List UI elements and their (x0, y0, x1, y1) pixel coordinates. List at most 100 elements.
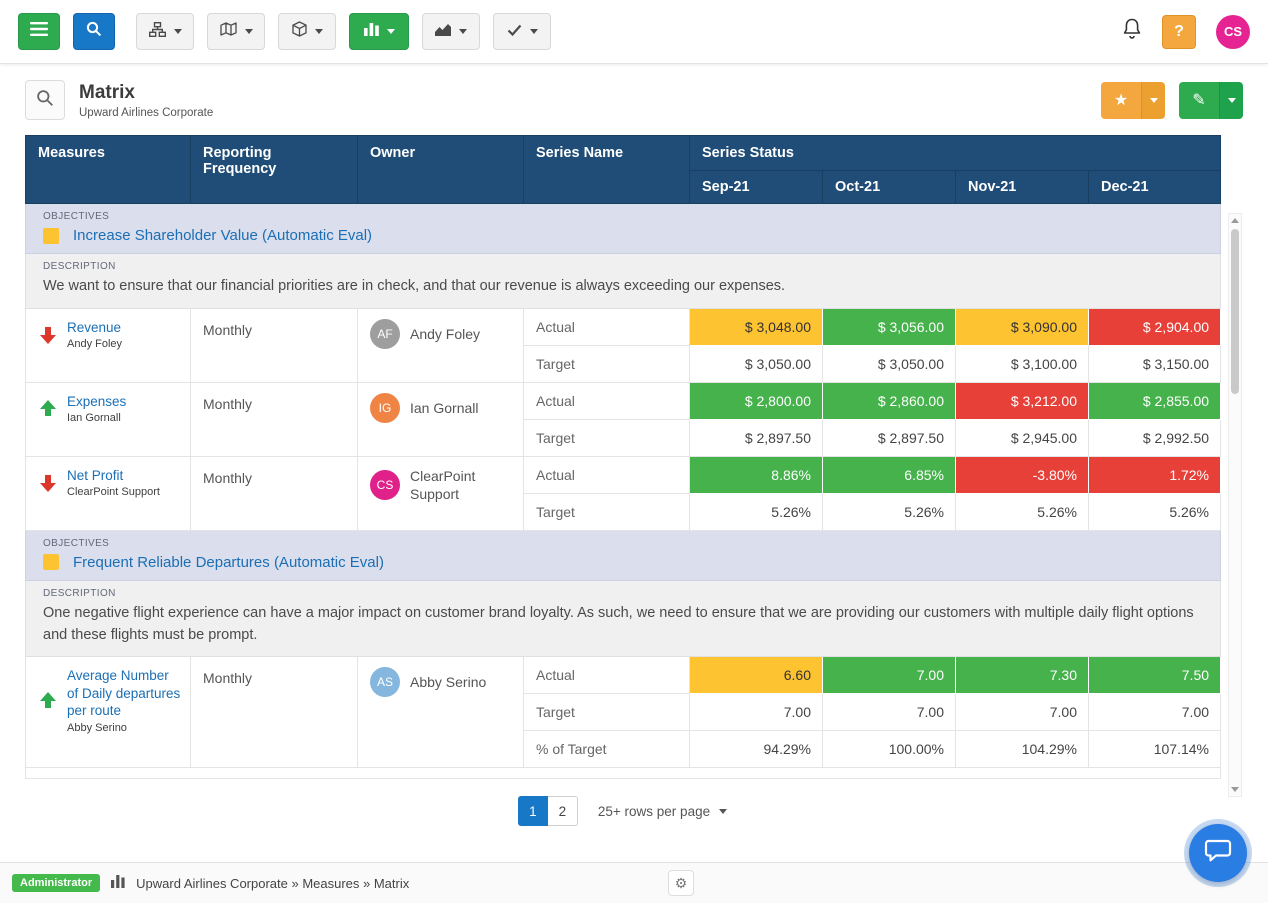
column-header-frequency: Reporting Frequency (191, 136, 358, 204)
report-search-button[interactable] (25, 80, 65, 120)
map-dropdown-button[interactable] (207, 13, 265, 50)
search-icon (36, 89, 54, 112)
menu-button[interactable] (18, 13, 60, 50)
series-name-cell: Target (524, 493, 690, 530)
vertical-scrollbar[interactable] (1228, 213, 1242, 797)
column-header-month: Oct-21 (823, 171, 956, 204)
value-cell: 5.26% (690, 493, 823, 530)
value-cell: $ 2,800.00 (690, 382, 823, 419)
checkmark-icon (507, 23, 522, 41)
frequency-cell: Monthly (191, 308, 358, 382)
value-cell: -3.80% (956, 456, 1089, 493)
chevron-down-icon (245, 29, 253, 34)
description-row: DESCRIPTION We want to ensure that our f… (26, 254, 1221, 309)
favorite-button[interactable]: ★ (1101, 82, 1141, 119)
series-name-cell: Actual (524, 456, 690, 493)
series-name-cell: Actual (524, 382, 690, 419)
measure-link[interactable]: Average Number of Daily departures per r… (67, 667, 182, 720)
page-button-2[interactable]: 2 (548, 796, 578, 826)
scroll-down-button[interactable] (1229, 783, 1241, 796)
value-cell: 1.72% (1089, 456, 1221, 493)
value-cell: 94.29% (690, 731, 823, 768)
chevron-down-icon (315, 29, 323, 34)
value-cell: 7.00 (956, 694, 1089, 731)
rows-per-page-label: 25+ rows per page (598, 804, 710, 819)
series-name-cell: % of Target (524, 731, 690, 768)
frequency-cell: Monthly (191, 456, 358, 530)
objective-link[interactable]: Increase Shareholder Value (Automatic Ev… (73, 227, 372, 244)
edit-caret-button[interactable] (1219, 82, 1243, 119)
pagination: 1 2 25+ rows per page (25, 796, 1220, 826)
cube-icon (292, 21, 307, 42)
search-button[interactable] (73, 13, 115, 50)
measure-row: Expenses Ian Gornall Monthly IG Ian Gorn… (26, 382, 1221, 419)
trend-arrow-icon (40, 326, 56, 344)
page-subtitle: Upward Airlines Corporate (79, 107, 213, 119)
measure-link[interactable]: Expenses (67, 393, 126, 411)
column-header-measures: Measures (26, 136, 191, 204)
approval-dropdown-button[interactable] (493, 13, 551, 50)
map-icon (220, 22, 237, 41)
chevron-down-icon (459, 29, 467, 34)
value-cell: $ 3,048.00 (690, 308, 823, 345)
bar-chart-icon (364, 23, 379, 41)
owner-avatar: AF (370, 319, 400, 349)
breadcrumb[interactable]: Upward Airlines Corporate » Measures » M… (136, 876, 409, 891)
settings-gear-button[interactable]: ⚙ (668, 870, 694, 896)
owner-avatar: IG (370, 393, 400, 423)
top-toolbar: ? CS (0, 0, 1268, 64)
value-cell: 8.86% (690, 456, 823, 493)
matrix-view-button[interactable] (349, 13, 409, 50)
value-cell: $ 2,897.50 (690, 419, 823, 456)
measure-link[interactable]: Revenue (67, 319, 122, 337)
objective-link[interactable]: Frequent Reliable Departures (Automatic … (73, 554, 384, 571)
favorite-caret-button[interactable] (1141, 82, 1165, 119)
page-title: Matrix (79, 82, 213, 104)
value-cell: 7.30 (956, 657, 1089, 694)
value-cell: $ 2,897.50 (823, 419, 956, 456)
measure-row: Net Profit ClearPoint Support Monthly CS… (26, 456, 1221, 493)
rows-per-page-select[interactable]: 25+ rows per page (598, 804, 727, 819)
partial-row (26, 768, 1221, 779)
value-cell: 7.00 (823, 657, 956, 694)
objective-description: One negative flight experience can have … (43, 603, 1203, 647)
edit-button[interactable]: ✎ (1179, 82, 1219, 119)
edit-split-button: ✎ (1179, 82, 1243, 119)
column-header-month: Sep-21 (690, 171, 823, 204)
chat-launcher-button[interactable] (1189, 824, 1247, 882)
notifications-button[interactable] (1122, 18, 1142, 45)
scroll-up-button[interactable] (1229, 214, 1241, 227)
value-cell: 7.00 (823, 694, 956, 731)
objective-row: OBJECTIVES Frequent Reliable Departures … (26, 530, 1221, 580)
value-cell: 7.50 (1089, 657, 1221, 694)
chart-dropdown-button[interactable] (422, 13, 480, 50)
measure-link[interactable]: Net Profit (67, 467, 160, 485)
measure-text: Revenue Andy Foley (67, 319, 122, 351)
gear-icon: ⚙ (675, 875, 688, 892)
description-label: DESCRIPTION (43, 588, 1203, 599)
frequency-cell: Monthly (191, 657, 358, 768)
description-row: DESCRIPTION One negative flight experien… (26, 580, 1221, 657)
series-name-cell: Actual (524, 657, 690, 694)
series-name-cell: Target (524, 694, 690, 731)
series-name-cell: Target (524, 419, 690, 456)
trend-arrow-icon (40, 692, 56, 710)
value-cell: $ 3,050.00 (690, 345, 823, 382)
help-button[interactable]: ? (1162, 15, 1196, 49)
user-avatar[interactable]: CS (1216, 15, 1250, 49)
cube-dropdown-button[interactable] (278, 13, 336, 50)
trend-arrow-icon (40, 400, 56, 418)
column-header-month: Dec-21 (1089, 171, 1221, 204)
series-name-cell: Actual (524, 308, 690, 345)
value-cell: $ 2,992.50 (1089, 419, 1221, 456)
value-cell: 100.00% (823, 731, 956, 768)
objective-status-icon (43, 228, 59, 244)
footer-bar: Administrator Upward Airlines Corporate … (0, 862, 1268, 903)
value-cell: 5.26% (823, 493, 956, 530)
value-cell: 6.85% (823, 456, 956, 493)
page-button-1[interactable]: 1 (518, 796, 548, 826)
hierarchy-dropdown-button[interactable] (136, 13, 194, 50)
value-cell: 5.26% (956, 493, 1089, 530)
page-button-group: 1 2 (518, 796, 578, 826)
scrollbar-thumb[interactable] (1231, 229, 1239, 394)
